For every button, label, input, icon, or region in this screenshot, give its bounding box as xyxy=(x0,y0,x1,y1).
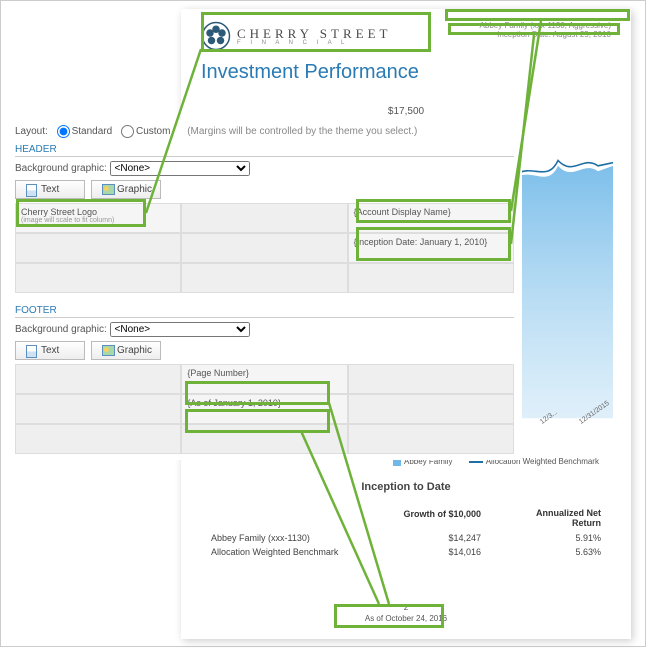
add-graphic-button[interactable]: Graphic xyxy=(91,341,161,360)
header-cell-0-1[interactable] xyxy=(182,204,346,232)
bg-graphic-label: Background graphic: xyxy=(15,163,107,174)
report-header: CHERRY STREET F I N A N C I A L Abbey Fa… xyxy=(201,21,611,51)
add-graphic-button[interactable]: Graphic xyxy=(91,180,161,199)
report-meta: Abbey Family (xxx-1130, Aggressive) Ince… xyxy=(480,21,611,39)
inception-table: Growth of $10,000 Annualized Net Return … xyxy=(211,509,601,557)
report-footer: 2 As of October 24, 2016 xyxy=(181,603,631,623)
header-cell-0-0[interactable]: Cherry Street Logo (image will scale to … xyxy=(16,204,180,232)
add-text-button[interactable]: Text xyxy=(15,180,85,199)
header-grid[interactable]: Cherry Street Logo (image will scale to … xyxy=(15,203,514,293)
layout-standard-radio[interactable] xyxy=(57,125,70,138)
footer-cell-2-2[interactable] xyxy=(349,425,513,453)
header-cell-2-2[interactable] xyxy=(349,264,513,292)
text-icon xyxy=(26,184,37,195)
report-title: Investment Performance xyxy=(201,61,611,84)
header-cell-1-0[interactable] xyxy=(16,234,180,262)
layout-row: Layout: Standard Custom (Margins will be… xyxy=(15,125,514,138)
bg-graphic-label: Background graphic: xyxy=(15,324,107,335)
as-of-date: As of October 24, 2016 xyxy=(181,614,631,623)
logo-block: CHERRY STREET F I N A N C I A L xyxy=(201,21,391,51)
header-bg-select[interactable]: <None> xyxy=(110,161,250,176)
amount-label: $17,500 xyxy=(201,106,611,117)
header-section-label: HEADER xyxy=(15,144,514,157)
header-cell-1-1[interactable] xyxy=(182,234,346,262)
legend-line-icon xyxy=(469,461,483,463)
layout-custom-radio[interactable] xyxy=(121,125,134,138)
footer-cell-2-1[interactable] xyxy=(182,425,346,453)
footer-cell-0-2[interactable] xyxy=(349,365,513,393)
header-cell-2-1[interactable] xyxy=(182,264,346,292)
footer-cell-1-1[interactable]: {As of January 1, 2010} xyxy=(182,395,346,423)
add-text-button[interactable]: Text xyxy=(15,341,85,360)
table-row: Allocation Weighted Benchmark $14,0165.6… xyxy=(211,547,601,557)
text-icon xyxy=(26,345,37,356)
footer-cell-1-2[interactable] xyxy=(349,395,513,423)
page-number: 2 xyxy=(181,603,631,612)
col-growth: Growth of $10,000 xyxy=(391,509,481,529)
table-row: Abbey Family (xxx-1130) $14,2475.91% xyxy=(211,533,601,543)
col-return: Annualized Net Return xyxy=(511,509,601,529)
graphic-icon xyxy=(102,345,113,356)
cherry-street-logo-icon xyxy=(201,21,231,51)
footer-cell-1-0[interactable] xyxy=(16,395,180,423)
footer-cell-0-0[interactable] xyxy=(16,365,180,393)
header-cell-1-2[interactable]: {Inception Date: January 1, 2010} xyxy=(349,234,513,262)
header-cell-0-2[interactable]: {Account Display Name} xyxy=(349,204,513,232)
footer-cell-0-1[interactable]: {Page Number} xyxy=(182,365,346,393)
footer-grid[interactable]: {Page Number} {As of January 1, 2010} xyxy=(15,364,514,454)
section-title: Inception to Date xyxy=(181,481,631,493)
footer-section-label: FOOTER xyxy=(15,305,514,318)
header-cell-2-0[interactable] xyxy=(16,264,180,292)
inception-date: Inception Date: August 25, 2010 xyxy=(480,30,611,39)
footer-bg-select[interactable]: <None> xyxy=(110,322,250,337)
layout-label: Layout: xyxy=(15,126,48,137)
margin-hint: (Margins will be controlled by the theme… xyxy=(187,126,417,137)
graphic-icon xyxy=(102,184,113,195)
footer-cell-2-0[interactable] xyxy=(16,425,180,453)
layout-config-panel: Layout: Standard Custom (Margins will be… xyxy=(7,119,522,460)
account-display-name: Abbey Family (xxx-1130, Aggressive) xyxy=(480,21,611,30)
logo-name: CHERRY STREET xyxy=(237,27,391,40)
